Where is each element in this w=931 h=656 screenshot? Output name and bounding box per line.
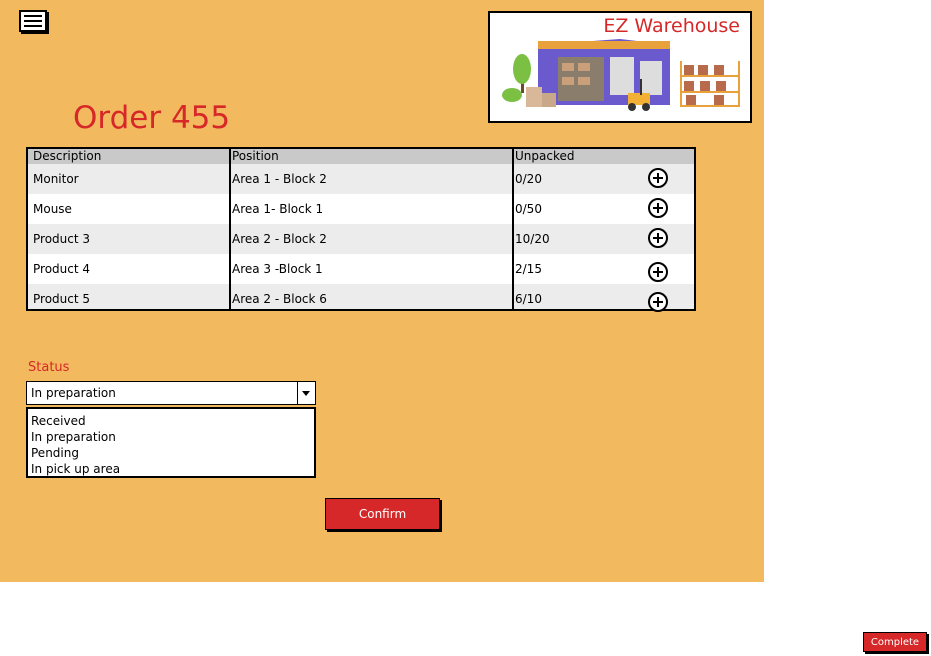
header-position: Position (232, 149, 279, 163)
row-description: Product 3 (33, 232, 91, 246)
order-title: Order 455 (73, 100, 231, 136)
row-unpacked: 2/15 (515, 262, 542, 276)
status-label: Status (28, 360, 70, 375)
row-unpacked: 0/50 (515, 202, 542, 216)
add-item-icon[interactable] (648, 198, 668, 218)
table-row: Monitor Area 1 - Block 2 0/20 (28, 164, 694, 194)
column-divider (229, 149, 231, 309)
row-position: Area 2 - Block 6 (232, 292, 327, 306)
add-item-icon[interactable] (648, 168, 668, 188)
row-position: Area 2 - Block 2 (232, 232, 327, 246)
row-description: Monitor (33, 172, 79, 186)
status-option-pending[interactable]: Pending (28, 445, 314, 461)
row-position: Area 1 - Block 2 (232, 172, 327, 186)
add-item-icon[interactable] (648, 228, 668, 248)
status-option-in-pick-up-area[interactable]: In pick up area (28, 461, 314, 477)
row-unpacked: 0/20 (515, 172, 542, 186)
confirm-button[interactable]: Confirm (325, 498, 440, 530)
brand-logo: EZ Warehouse (488, 11, 752, 123)
row-position: Area 3 -Block 1 (232, 262, 323, 276)
complete-button[interactable]: Complete (863, 632, 927, 652)
row-unpacked: 10/20 (515, 232, 550, 246)
status-dropdown-list: Received In preparation Pending In pick … (26, 407, 316, 478)
table-row: Product 5 Area 2 - Block 6 6/10 (28, 284, 694, 312)
add-item-icon[interactable] (648, 292, 668, 312)
app-canvas: EZ Warehouse Order 455 Description Posit… (0, 0, 764, 582)
table-header: Description Position Unpacked (28, 149, 694, 164)
add-item-icon[interactable] (648, 262, 668, 282)
hamburger-menu-icon[interactable] (19, 10, 47, 32)
column-divider (512, 149, 514, 309)
order-items-table: Description Position Unpacked Monitor Ar… (26, 147, 696, 312)
row-description: Product 4 (33, 262, 91, 276)
row-unpacked: 6/10 (515, 292, 542, 306)
status-selected-value: In preparation (31, 386, 116, 400)
table-row: Product 4 Area 3 -Block 1 2/15 (28, 254, 694, 284)
row-description: Product 5 (33, 292, 91, 306)
table-row: Mouse Area 1- Block 1 0/50 (28, 194, 694, 224)
table-row: Product 3 Area 2 - Block 2 10/20 (28, 224, 694, 254)
chevron-down-icon[interactable] (297, 382, 315, 404)
header-description: Description (33, 149, 102, 163)
row-description: Mouse (33, 202, 72, 216)
status-select[interactable]: In preparation (26, 381, 316, 405)
brand-name: EZ Warehouse (603, 15, 740, 37)
status-option-received[interactable]: Received (28, 413, 314, 429)
status-option-in-preparation[interactable]: In preparation (28, 429, 314, 445)
row-position: Area 1- Block 1 (232, 202, 324, 216)
header-unpacked: Unpacked (515, 149, 575, 163)
warehouse-illustration (502, 39, 740, 111)
